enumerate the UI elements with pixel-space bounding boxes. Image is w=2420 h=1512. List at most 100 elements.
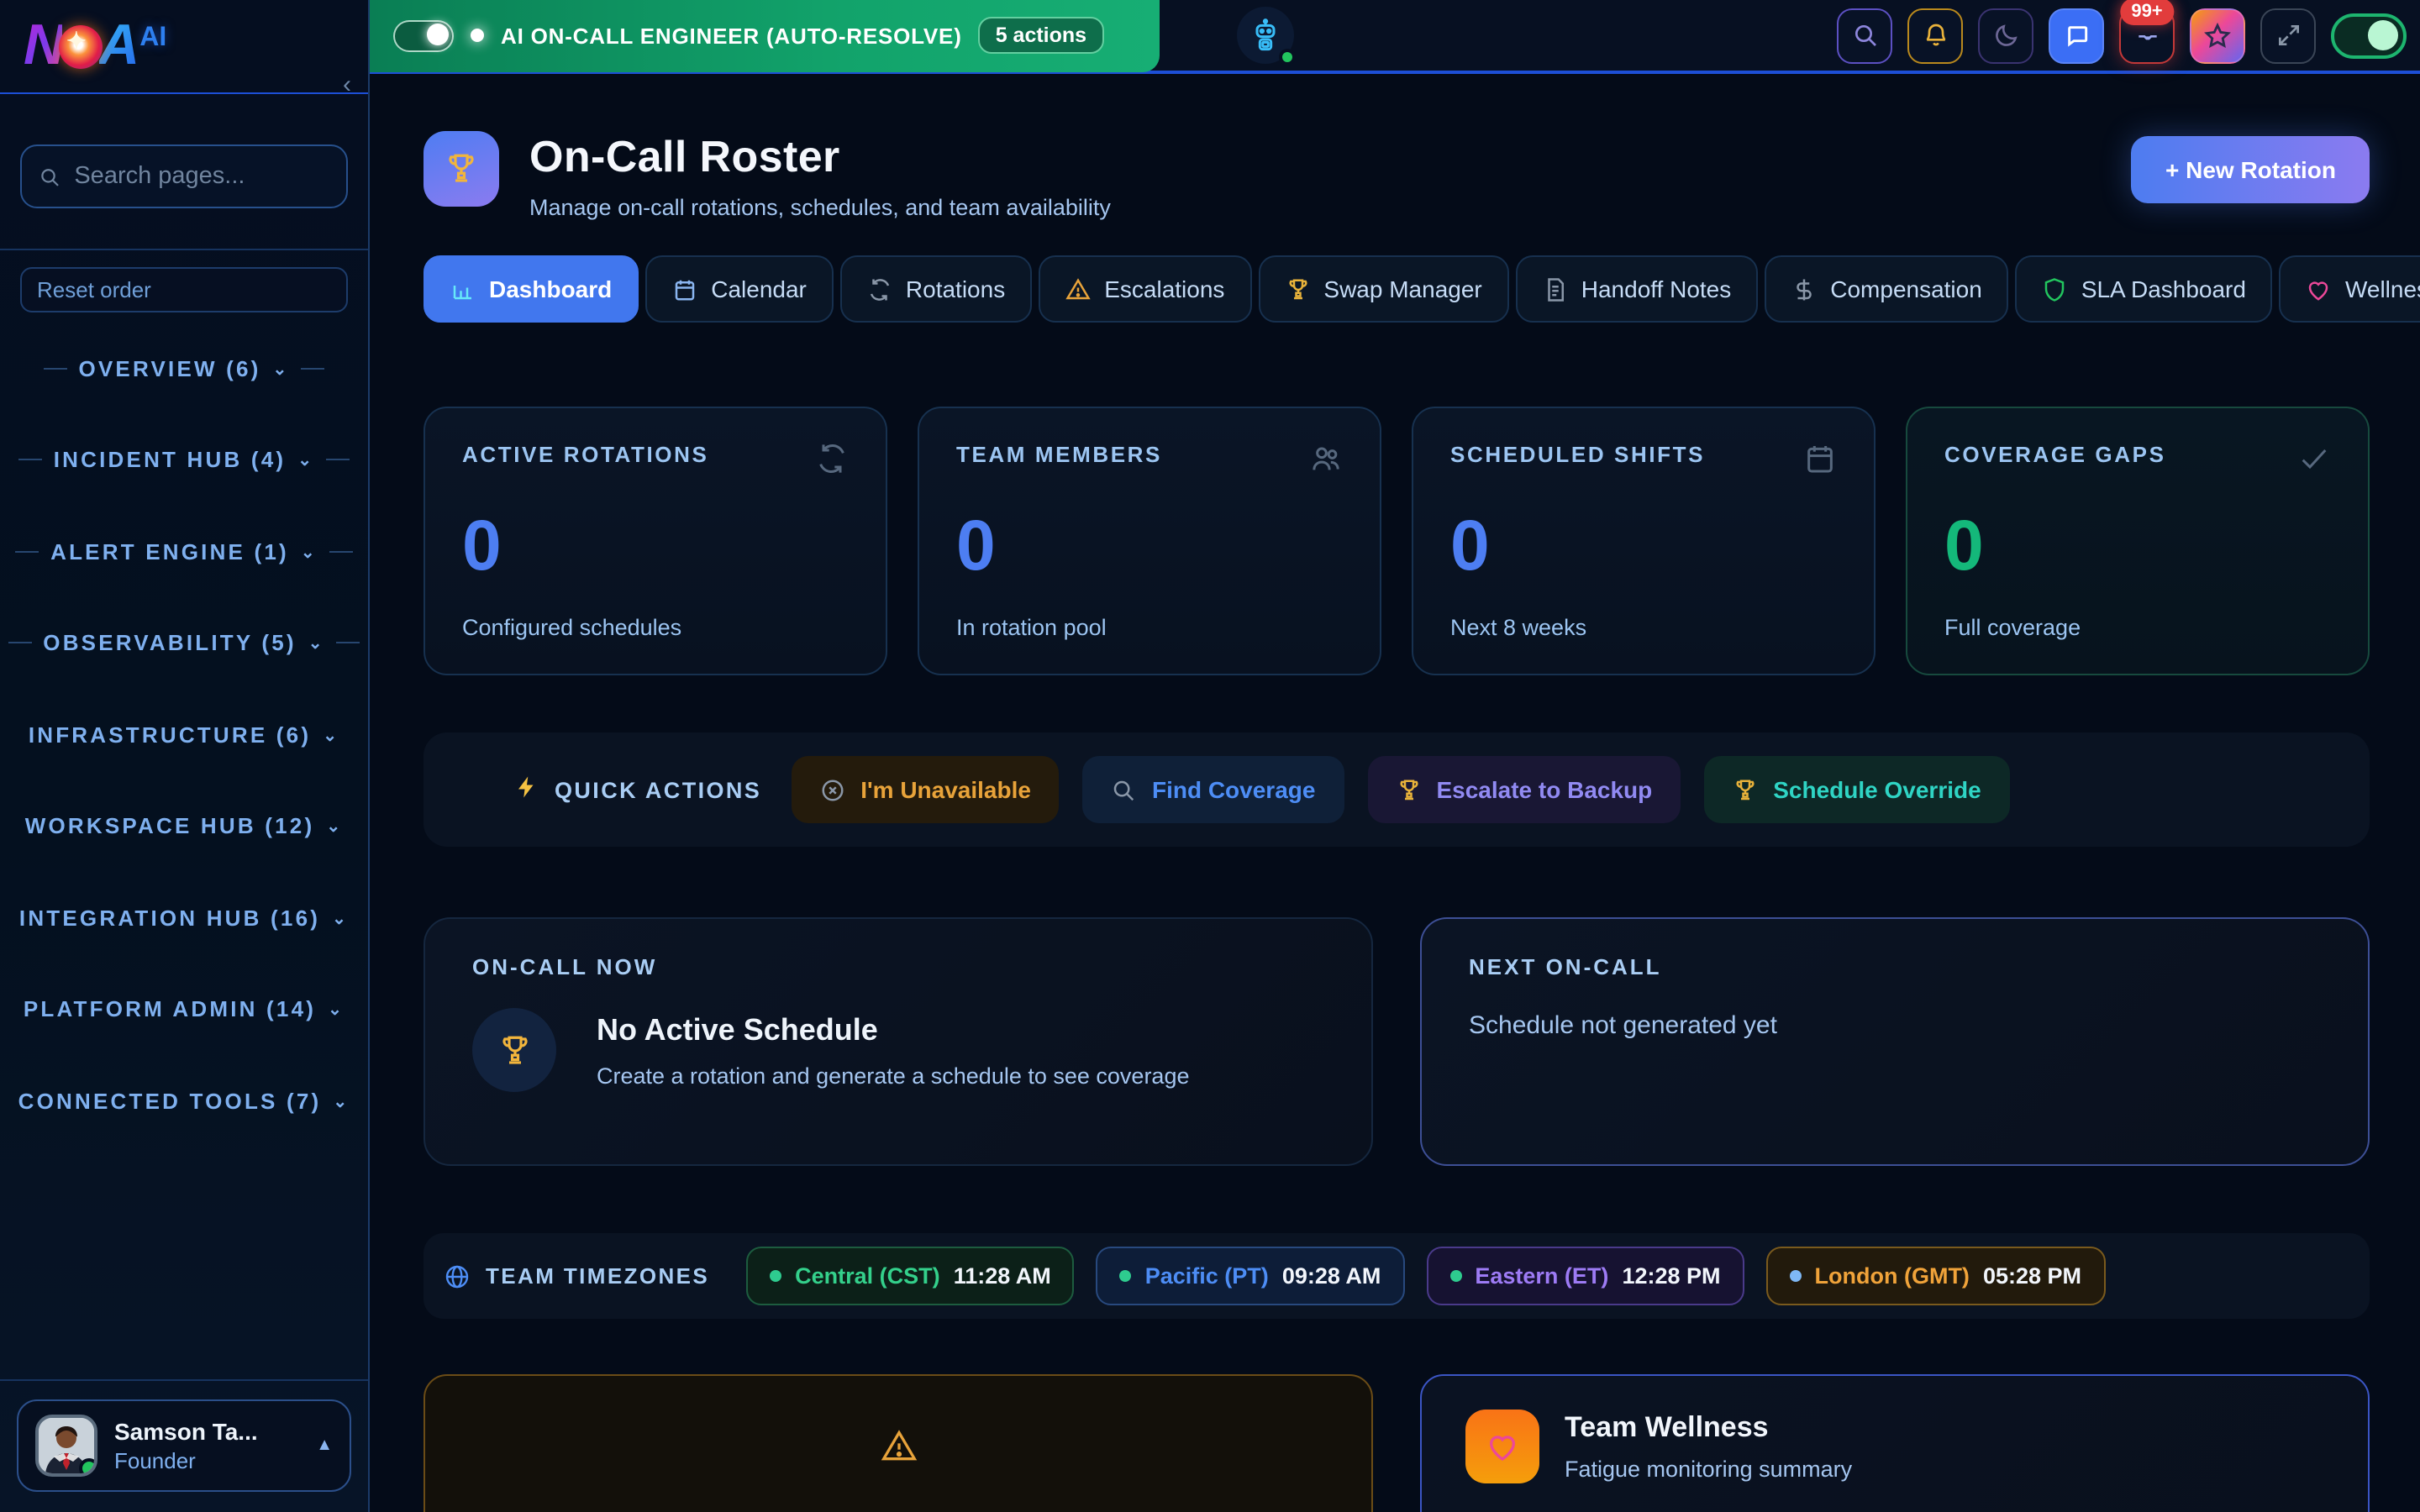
new-rotation-button[interactable]: + New Rotation bbox=[2132, 136, 2370, 203]
logo-letter-n: N bbox=[24, 13, 61, 79]
timezones-label-group: TEAM TIMEZONES bbox=[444, 1263, 709, 1289]
banner-title: AI ON-CALL ENGINEER (AUTO-RESOLVE) bbox=[501, 23, 962, 48]
timezone-chip-eastern[interactable]: Eastern (ET) 12:28 PM bbox=[1426, 1247, 1744, 1305]
find-coverage-button[interactable]: Find Coverage bbox=[1083, 756, 1344, 823]
timezone-chip-central[interactable]: Central (CST) 11:28 AM bbox=[746, 1247, 1075, 1305]
status-dot bbox=[1790, 1270, 1802, 1282]
wellness-subtitle: Fatigue monitoring summary bbox=[1565, 1457, 1852, 1482]
caret-up-icon: ▲ bbox=[316, 1436, 333, 1455]
fullscreen-button[interactable] bbox=[2260, 8, 2316, 63]
search-input[interactable] bbox=[74, 163, 329, 190]
section-label: WORKSPACE HUB (12) bbox=[25, 814, 315, 839]
im-unavailable-button[interactable]: I'm Unavailable bbox=[792, 756, 1060, 823]
stat-card-coverage-gaps: COVERAGE GAPS 0 Full coverage bbox=[1906, 407, 2370, 675]
page-header: On-Call Roster Manage on-call rotations,… bbox=[424, 131, 2370, 220]
timezone-time: 11:28 AM bbox=[954, 1263, 1051, 1289]
sidebar-section-overview[interactable]: OVERVIEW (6)⌄ bbox=[0, 323, 368, 414]
bar-chart-icon bbox=[450, 276, 476, 302]
sidebar-section-integration-hub[interactable]: INTEGRATION HUB (16)⌄ bbox=[0, 872, 368, 963]
sidebar-search[interactable] bbox=[20, 144, 348, 208]
escalate-to-backup-button[interactable]: Escalate to Backup bbox=[1367, 756, 1681, 823]
stat-sub: Configured schedules bbox=[462, 615, 849, 640]
oncall-now-desc: Create a rotation and generate a schedul… bbox=[597, 1063, 1190, 1088]
tab-sla-dashboard[interactable]: SLA Dashboard bbox=[2016, 255, 2273, 323]
sidebar-section-observability[interactable]: OBSERVABILITY (5)⌄ bbox=[0, 597, 368, 689]
sidebar-section-platform-admin[interactable]: PLATFORM ADMIN (14)⌄ bbox=[0, 963, 368, 1055]
inbox-button[interactable]: 99+ bbox=[2119, 8, 2175, 63]
section-label: OVERVIEW (6) bbox=[78, 356, 260, 381]
main-content: On-Call Roster Manage on-call rotations,… bbox=[370, 74, 2420, 1512]
search-icon bbox=[39, 164, 60, 189]
stat-label: TEAM MEMBERS bbox=[956, 442, 1162, 467]
tab-dashboard[interactable]: Dashboard bbox=[424, 255, 639, 323]
tab-escalations[interactable]: Escalations bbox=[1039, 255, 1251, 323]
brand-logo[interactable]: N A AI bbox=[0, 0, 368, 94]
user-divider bbox=[0, 1379, 368, 1381]
tab-wellness[interactable]: Wellness bbox=[2280, 255, 2420, 323]
sidebar-divider bbox=[0, 249, 368, 250]
trophy-icon bbox=[1285, 276, 1310, 302]
sidebar-section-workspace-hub[interactable]: WORKSPACE HUB (12)⌄ bbox=[0, 780, 368, 872]
theme-toggle-button[interactable] bbox=[1978, 8, 2033, 63]
expand-icon bbox=[2275, 22, 2302, 49]
document-icon bbox=[1543, 276, 1568, 302]
ai-oncall-banner: AI ON-CALL ENGINEER (AUTO-RESOLVE) 5 act… bbox=[370, 0, 1160, 72]
calendar-icon bbox=[672, 276, 697, 302]
tab-calendar[interactable]: Calendar bbox=[645, 255, 834, 323]
logo-orb-star bbox=[58, 24, 102, 68]
tab-rotations[interactable]: Rotations bbox=[840, 255, 1032, 323]
next-oncall-title: NEXT ON-CALL bbox=[1469, 954, 2321, 979]
timezone-chip-london[interactable]: London (GMT) 05:28 PM bbox=[1766, 1247, 2106, 1305]
section-label: ALERT ENGINE (1) bbox=[50, 539, 289, 564]
notification-count-badge: 99+ bbox=[2119, 0, 2174, 24]
trophy-icon bbox=[444, 151, 479, 186]
page-icon-badge bbox=[424, 131, 499, 207]
actions-count-badge[interactable]: 5 actions bbox=[979, 17, 1103, 54]
master-toggle[interactable] bbox=[2331, 13, 2407, 58]
stat-label: COVERAGE GAPS bbox=[1944, 442, 2166, 467]
favorites-button[interactable] bbox=[2190, 8, 2245, 63]
ai-assistant-button[interactable] bbox=[1237, 7, 1294, 64]
sidebar-section-incident-hub[interactable]: INCIDENT HUB (4)⌄ bbox=[0, 414, 368, 506]
tab-handoff-notes[interactable]: Handoff Notes bbox=[1516, 255, 1759, 323]
bottom-row: No active on-call schedule Team Wellness… bbox=[424, 1374, 2370, 1512]
heart-icon bbox=[1486, 1430, 1519, 1463]
quick-actions-label-group: QUICK ACTIONS bbox=[514, 774, 761, 805]
chevron-down-icon: ⌄ bbox=[333, 1094, 350, 1112]
user-menu[interactable]: Samson Ta... Founder ▲ bbox=[17, 1399, 351, 1492]
wellness-title: Team Wellness bbox=[1565, 1411, 1852, 1445]
sidebar: N A AI ‹ Reset order OVERVIEW (6)⌄ INCID… bbox=[0, 0, 370, 1512]
chevron-down-icon: ⌄ bbox=[323, 727, 339, 746]
sidebar-section-connected-tools[interactable]: CONNECTED TOOLS (7)⌄ bbox=[0, 1055, 368, 1147]
notifications-button[interactable] bbox=[1907, 8, 1963, 63]
page-title: On-Call Roster bbox=[529, 131, 1111, 183]
oncall-row: ON-CALL NOW No Active Schedule Create a … bbox=[424, 917, 2370, 1166]
avatar bbox=[35, 1415, 97, 1477]
circle-x-icon bbox=[820, 777, 845, 802]
ai-auto-resolve-toggle[interactable] bbox=[393, 19, 454, 51]
bell-icon bbox=[1922, 22, 1949, 49]
quick-actions-label: QUICK ACTIONS bbox=[555, 777, 761, 802]
tab-swap-manager[interactable]: Swap Manager bbox=[1258, 255, 1508, 323]
online-status-dot bbox=[1279, 49, 1296, 66]
tab-compensation[interactable]: Compensation bbox=[1765, 255, 2009, 323]
trophy-icon bbox=[1396, 777, 1421, 802]
reset-order-button[interactable]: Reset order bbox=[20, 267, 348, 312]
logo-letter-a: A bbox=[98, 13, 136, 79]
schedule-override-button[interactable]: Schedule Override bbox=[1704, 756, 2009, 823]
tab-label: Wellness bbox=[2345, 276, 2420, 302]
chat-button[interactable] bbox=[2049, 8, 2104, 63]
sidebar-section-infrastructure[interactable]: INFRASTRUCTURE (6)⌄ bbox=[0, 689, 368, 780]
timezone-chip-pacific[interactable]: Pacific (PT) 09:28 AM bbox=[1097, 1247, 1405, 1305]
section-label: OBSERVABILITY (5) bbox=[43, 631, 296, 656]
lightning-icon bbox=[514, 774, 539, 805]
stat-cards: ACTIVE ROTATIONS 0 Configured schedules … bbox=[424, 407, 2370, 675]
sidebar-collapse-icon[interactable]: ‹ bbox=[343, 71, 351, 99]
sidebar-section-alert-engine[interactable]: ALERT ENGINE (1)⌄ bbox=[0, 506, 368, 597]
tab-label: SLA Dashboard bbox=[2081, 276, 2246, 302]
global-search-button[interactable] bbox=[1837, 8, 1892, 63]
stat-card-scheduled-shifts: SCHEDULED SHIFTS 0 Next 8 weeks bbox=[1412, 407, 1876, 675]
warning-icon bbox=[1065, 276, 1091, 302]
oncall-now-card: ON-CALL NOW No Active Schedule Create a … bbox=[424, 917, 1373, 1166]
section-label: INTEGRATION HUB (16) bbox=[19, 906, 320, 931]
